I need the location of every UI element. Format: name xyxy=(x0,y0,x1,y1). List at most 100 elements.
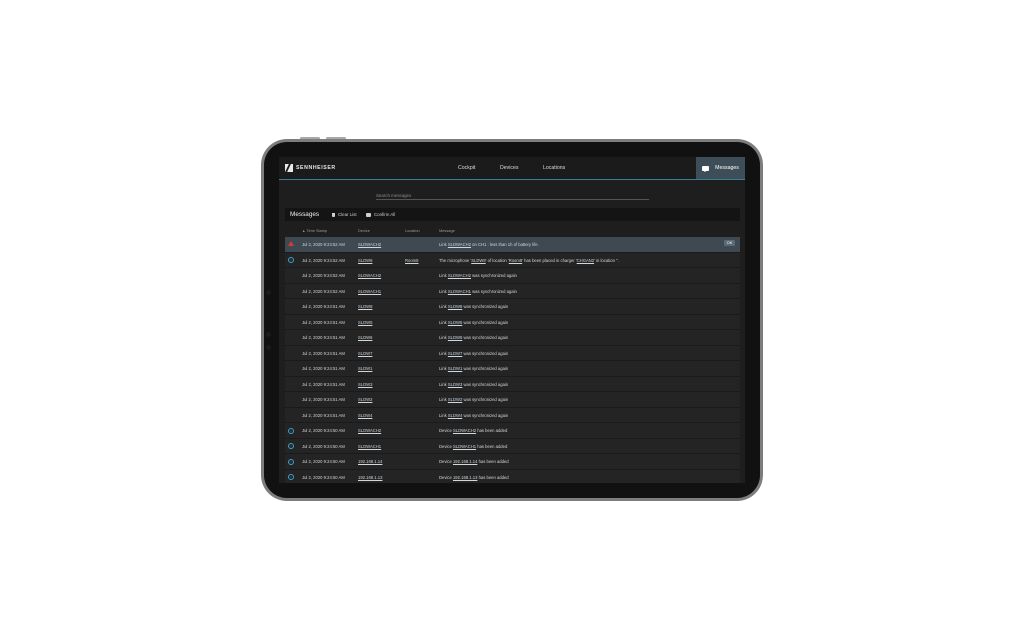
message-link[interactable]: CHGAN2 xyxy=(577,258,594,263)
device-link[interactable]: SLDW8 xyxy=(358,258,372,263)
confirm-icon xyxy=(366,212,371,217)
warning-icon xyxy=(288,241,294,246)
message-link[interactable]: SLDWACH1 xyxy=(448,289,471,294)
message-link[interactable]: Room8 xyxy=(509,258,523,263)
clear-list-button[interactable]: Clear List xyxy=(332,212,357,217)
nav-cockpit[interactable]: Cockpit xyxy=(458,165,475,171)
panel-title: Messages xyxy=(290,211,320,218)
message-link[interactable]: SLDWACH2 xyxy=(448,242,471,247)
clear-list-label: Clear List xyxy=(338,212,357,217)
device-link[interactable]: SLDWACH2 xyxy=(358,242,381,247)
message-text: was synchronized again xyxy=(470,288,517,294)
message-cell: Link SLDW4 was synchronized again xyxy=(439,413,508,418)
device-link[interactable]: SLDWACH1 xyxy=(358,444,381,449)
message-text: was synchronized again xyxy=(462,366,509,371)
nav-messages[interactable]: Messages xyxy=(696,157,745,179)
device-link[interactable]: 192.168.1.14 xyxy=(358,459,382,464)
search-input[interactable] xyxy=(376,192,649,200)
ok-button[interactable]: OK xyxy=(724,240,735,246)
message-text: Link xyxy=(439,381,448,387)
device-link[interactable]: SLDW6 xyxy=(358,335,372,340)
timestamp-cell: Jul 2, 2020 9:24:51 AM xyxy=(302,381,345,387)
message-link[interactable]: SLDW2 xyxy=(448,397,462,402)
table-row[interactable]: Jul 2, 2020 9:24:52 AM SLDWACH2 Link SLDWA… xyxy=(285,237,740,253)
table-row[interactable]: i Jul 2, 2020 9:24:50 AM 192.168.1.14 Devic… xyxy=(285,454,740,470)
table-row[interactable]: Jul 2, 2020 9:24:51 AM SLDW1 Link SLDW1 wa… xyxy=(285,361,740,377)
timestamp-cell: Jul 2, 2020 9:24:51 AM xyxy=(302,319,345,325)
column-header-message[interactable]: Message xyxy=(439,228,455,233)
message-link[interactable]: SLDW8 xyxy=(448,304,462,309)
message-text: ' in location ''. xyxy=(594,257,619,263)
message-link[interactable]: SLDW7 xyxy=(448,351,462,356)
confirm-all-label: Confirm All xyxy=(374,212,396,217)
message-text: was synchronized again xyxy=(462,350,509,356)
device-link[interactable]: SLDW2 xyxy=(358,397,372,402)
message-text: Link xyxy=(439,304,448,309)
message-text: has been added xyxy=(477,474,509,480)
device-link[interactable]: SLDW7 xyxy=(358,351,372,356)
table-row[interactable]: i Jul 2, 2020 9:24:50 AM SLDWACH1 Device SL… xyxy=(285,438,740,454)
table-row[interactable]: Jul 2, 2020 9:24:51 AM SLDW5 Link SLDW5 wa… xyxy=(285,314,740,330)
table-row[interactable]: i Jul 2, 2020 9:24:50 AM SLDWACH2 Device SL… xyxy=(285,423,740,439)
nav-locations[interactable]: Locations xyxy=(543,165,565,171)
nav-devices[interactable]: Devices xyxy=(500,165,518,171)
table-row[interactable]: Jul 2, 2020 9:24:51 AM SLDW8 Link SLDW8 wa… xyxy=(285,299,740,315)
message-text: Link xyxy=(439,288,448,294)
message-link[interactable]: SLDW6 xyxy=(448,335,462,340)
message-cell: Link SLDW7 was synchronized again xyxy=(439,351,508,356)
message-cell: Link SLDW1 was synchronized again xyxy=(439,366,508,371)
column-header-timestamp[interactable]: ▲Time Stamp xyxy=(302,228,327,233)
sort-up-icon: ▲ xyxy=(302,229,306,233)
message-text: Link xyxy=(439,350,448,356)
table-row[interactable]: i Jul 2, 2020 9:24:52 AM SLDW8 Room8 The mic… xyxy=(285,252,740,268)
brand-logo: SENNHEISER xyxy=(285,164,336,172)
message-text: was synchronized again xyxy=(462,319,509,325)
table-row[interactable]: Jul 2, 2020 9:24:51 AM SLDW6 Link SLDW6 wa… xyxy=(285,330,740,346)
message-text: was synchronized again xyxy=(462,335,509,340)
message-text: has been added xyxy=(476,443,508,449)
message-text: Link xyxy=(439,335,448,340)
message-link[interactable]: SLDW8 xyxy=(471,258,485,263)
message-link[interactable]: 192.168.1.14 xyxy=(453,459,477,464)
device-link[interactable]: SLDW5 xyxy=(358,320,372,325)
message-cell: Link SLDWACH2 on CH1 : less than 1h of b… xyxy=(439,242,539,247)
table-row[interactable]: Jul 2, 2020 9:24:51 AM SLDW3 Link SLDW3 wa… xyxy=(285,376,740,392)
column-header-device[interactable]: Device xyxy=(358,228,370,233)
message-link[interactable]: SLDW5 xyxy=(448,320,462,325)
table-row[interactable]: Jul 2, 2020 9:24:51 AM SLDW2 Link SLDW2 wa… xyxy=(285,392,740,408)
device-link[interactable]: SLDWACH2 xyxy=(358,273,381,278)
message-text: ' of location ' xyxy=(485,257,509,263)
confirm-all-button[interactable]: Confirm All xyxy=(366,212,395,217)
location-link[interactable]: Room8 xyxy=(405,258,419,263)
message-link[interactable]: SLDWACH2 xyxy=(453,428,476,433)
column-header-location[interactable]: Location xyxy=(405,228,420,233)
message-text: Link xyxy=(439,242,448,247)
device-link[interactable]: SLDW3 xyxy=(358,382,372,387)
table-row[interactable]: Jul 2, 2020 9:24:52 AM SLDWACH1 Link SLDWA… xyxy=(285,283,740,299)
message-link[interactable]: SLDWACH2 xyxy=(448,273,471,278)
table-row[interactable]: i Jul 2, 2020 9:24:50 AM 192.168.1.13 Devic… xyxy=(285,469,740,483)
message-cell: Link SLDW5 was synchronized again xyxy=(439,320,508,325)
device-link[interactable]: SLDW4 xyxy=(358,413,372,418)
message-text: Link xyxy=(439,273,448,278)
device-link[interactable]: SLDWACH2 xyxy=(358,428,381,433)
message-cell: Link SLDW8 was synchronized again xyxy=(439,304,508,309)
timestamp-cell: Jul 2, 2020 9:24:52 AM xyxy=(302,288,345,294)
message-link[interactable]: 192.168.1.13 xyxy=(453,475,477,480)
device-camera xyxy=(266,290,271,295)
message-text: ' has been placed in charger ' xyxy=(522,257,577,263)
message-text: Link xyxy=(439,366,448,371)
device-link[interactable]: 192.168.1.13 xyxy=(358,475,382,480)
message-link[interactable]: SLDW4 xyxy=(448,413,462,418)
table-row[interactable]: Jul 2, 2020 9:24:51 AM SLDW7 Link SLDW7 wa… xyxy=(285,345,740,361)
message-link[interactable]: SLDW3 xyxy=(448,382,462,387)
message-link[interactable]: SLDWACH1 xyxy=(453,444,476,449)
table-row[interactable]: Jul 2, 2020 9:24:52 AM SLDWACH2 Link SLDWA… xyxy=(285,268,740,284)
table-row[interactable]: Jul 2, 2020 9:24:51 AM SLDW4 Link SLDW4 wa… xyxy=(285,407,740,423)
chat-bubble-icon xyxy=(702,165,710,172)
device-link[interactable]: SLDW1 xyxy=(358,366,372,371)
message-link[interactable]: SLDW1 xyxy=(448,366,462,371)
device-link[interactable]: SLDW8 xyxy=(358,304,372,309)
message-text: was synchronized again xyxy=(462,304,509,309)
device-link[interactable]: SLDWACH1 xyxy=(358,289,381,294)
